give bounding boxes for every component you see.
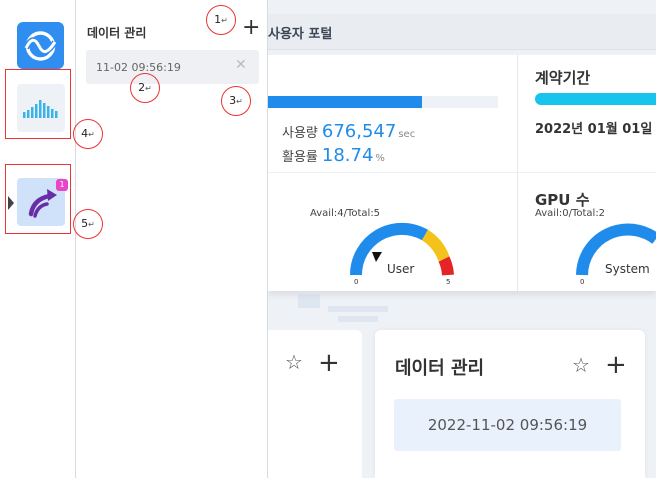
- usage-stat: 사용량 676,547 sec: [282, 121, 415, 142]
- usage-value: 676,547: [321, 121, 397, 142]
- dashboard-card-partial: ☆ +: [268, 330, 362, 478]
- gpu-title: GPU 수: [535, 191, 590, 209]
- callout-4: 4↵: [73, 119, 103, 149]
- usage-progress-bar: [268, 96, 498, 108]
- callout-5-mark: ↵: [88, 220, 95, 229]
- logo-icon: [23, 31, 58, 61]
- callout-4-mark: ↵: [88, 130, 95, 139]
- contract-progress-bar: [535, 93, 656, 105]
- user-gauge-label: User: [387, 262, 415, 276]
- portal-background: 사용자 포털 사용량 676,547 sec 활용률 18.74% 계약기간 2022…: [268, 0, 656, 478]
- usage-divider: [517, 55, 518, 172]
- notification-badge: 1: [56, 179, 68, 191]
- data-bars-icon: [23, 100, 58, 118]
- usage-unit: sec: [398, 129, 416, 140]
- data-card-title: 데이터 관리: [395, 358, 485, 379]
- nav-item-data[interactable]: [5, 69, 71, 139]
- callout-5: 5↵: [73, 209, 103, 239]
- add-icon[interactable]: +: [318, 350, 340, 376]
- panel-title: 데이터 관리: [87, 26, 147, 40]
- data-management-card: 데이터 관리 ☆ + 2022-11-02 09:56:19: [375, 330, 645, 478]
- contract-date: 2022년 01월 01일: [535, 122, 653, 137]
- gpu-gauge-min: 0: [580, 278, 585, 286]
- callout-3-mark: ↵: [236, 97, 243, 106]
- usage-card: 사용량 676,547 sec 활용률 18.74% 계약기간 2022년 01월 0…: [268, 55, 656, 172]
- nav-tile-data: [17, 84, 65, 132]
- callout-3: 3↵: [221, 86, 251, 116]
- rate-label: 활용률: [282, 150, 318, 165]
- expand-caret-icon[interactable]: [8, 196, 14, 210]
- left-rail: 1: [0, 0, 76, 478]
- usage-progress-fill: [268, 96, 423, 108]
- data-item-label: 11-02 09:56:19: [96, 61, 181, 74]
- rate-stat: 활용률 18.74%: [282, 145, 385, 166]
- background-watermark: [298, 294, 388, 322]
- rate-unit: %: [375, 153, 385, 164]
- data-management-panel: 데이터 관리 + 11-02 09:56:19 ✕: [77, 0, 268, 478]
- callout-2-mark: ↵: [145, 84, 152, 93]
- user-gauge-max: 5: [446, 278, 451, 286]
- portal-title: 사용자 포털: [268, 27, 333, 42]
- favorite-star-icon[interactable]: ☆: [572, 353, 590, 377]
- contract-title: 계약기간: [535, 69, 591, 87]
- callout-1: 1↵: [206, 5, 236, 35]
- favorite-star-icon[interactable]: ☆: [285, 350, 303, 374]
- close-icon[interactable]: ✕: [235, 57, 247, 73]
- data-card-date[interactable]: 2022-11-02 09:56:19: [394, 399, 621, 451]
- add-icon[interactable]: +: [605, 352, 627, 378]
- callout-2: 2↵: [130, 73, 160, 103]
- gauge-card: Avail:4/Total:5 User 0 5 GPU 수 Avail:0/T…: [268, 173, 656, 291]
- data-list-item[interactable]: 11-02 09:56:19 ✕: [86, 50, 259, 84]
- nav-item-workflow[interactable]: [5, 164, 71, 234]
- gpu-gauge-label: System: [605, 262, 650, 276]
- add-data-button[interactable]: +: [242, 17, 260, 39]
- portal-header: 사용자 포털: [268, 14, 656, 50]
- user-gauge-min: 0: [354, 278, 359, 286]
- callout-1-mark: ↵: [221, 16, 228, 25]
- gauge-divider: [517, 173, 518, 291]
- app-logo[interactable]: [17, 22, 64, 69]
- rate-value: 18.74: [321, 145, 374, 166]
- usage-label: 사용량: [282, 126, 318, 141]
